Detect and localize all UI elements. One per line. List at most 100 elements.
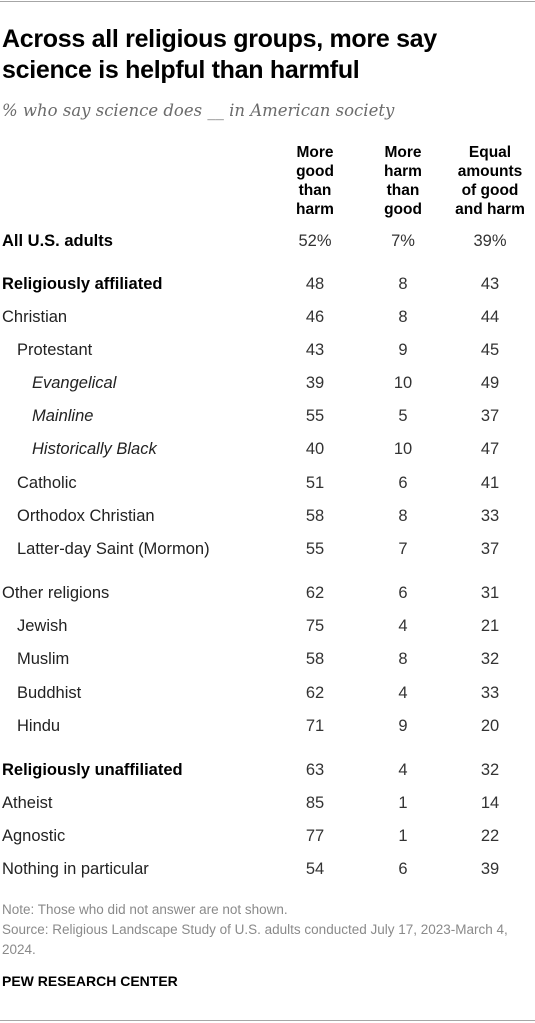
table-row: Jewish 75 4 21 [0,613,535,639]
row-label: Orthodox Christian [17,507,155,525]
value-more-harm: 10 [393,440,413,458]
value-more-harm: 9 [398,341,408,359]
value-equal: 45 [480,341,500,359]
row-label: Christian [2,308,68,326]
value-more-good: 58 [305,650,325,668]
value-equal: 31 [480,584,500,602]
value-more-harm: 10 [393,374,413,392]
value-more-good: 71 [305,717,325,735]
row-label: Catholic [17,474,77,492]
row-label: Jewish [17,617,68,635]
value-equal: 37 [480,407,500,425]
value-more-harm: 6 [398,860,408,878]
column-header-more-good: More good than harm [282,143,348,219]
brand-logo-text: PEW RESEARCH CENTER [2,973,178,989]
column-header-equal: Equal amounts of good and harm [440,143,535,219]
bottom-divider [0,1020,535,1021]
footnote: Note: Those who did not answer are not s… [2,900,532,960]
column-header-line: than [298,182,332,199]
table-row: Hindu 71 9 20 [0,713,535,739]
chart-subtitle: % who say science does __ in American so… [2,101,395,120]
value-more-harm: 4 [398,684,408,702]
value-more-harm: 6 [398,474,408,492]
row-label: Evangelical [32,374,117,392]
row-label: Religiously unaffiliated [2,761,183,779]
note-text: Note: Those who did not answer are not s… [2,902,288,917]
row-label: Agnostic [2,827,66,845]
value-equal: 33 [480,507,500,525]
table-row: Historically Black 40 10 47 [0,436,535,462]
row-label: Hindu [17,717,61,735]
column-header-line: More [384,144,422,161]
row-label: Protestant [17,341,93,359]
table-row: Nothing in particular 54 6 39 [0,856,535,882]
value-more-harm: 1 [398,827,408,845]
column-header-line: harm [384,163,422,180]
value-more-harm: 9 [398,717,408,735]
table-row: Religiously unaffiliated 63 4 32 [0,757,535,783]
value-more-good: 40 [305,440,325,458]
value-more-good: 52% [298,232,332,250]
value-more-good: 39 [305,374,325,392]
row-label: Mainline [32,407,94,425]
row-label: All U.S. adults [2,232,113,250]
value-equal: 44 [480,308,500,326]
column-header-line: Equal [468,144,512,161]
value-equal: 41 [480,474,500,492]
row-label: Atheist [2,794,53,812]
table-row: Religiously affiliated 48 8 43 [0,271,535,297]
value-equal: 47 [480,440,500,458]
value-more-good: 62 [305,584,325,602]
value-equal: 33 [480,684,500,702]
table-row: Evangelical 39 10 49 [0,370,535,396]
value-more-harm: 7% [391,232,415,250]
table-row: Catholic 51 6 41 [0,470,535,496]
row-label: Nothing in particular [2,860,149,878]
value-equal: 21 [480,617,500,635]
value-more-good: 63 [305,761,325,779]
value-more-harm: 8 [398,650,408,668]
chart-title: Across all religious groups, more say sc… [2,25,437,84]
value-equal: 32 [480,761,500,779]
column-header-line: More [296,144,334,161]
table-row: Other religions 62 6 31 [0,580,535,606]
value-more-good: 51 [305,474,325,492]
value-equal: 32 [480,650,500,668]
row-label: Buddhist [17,684,82,702]
column-header-line: good [296,163,334,180]
value-equal: 39 [480,860,500,878]
value-more-harm: 1 [398,794,408,812]
table-row: Agnostic 77 1 22 [0,823,535,849]
column-header-line: good [384,201,422,218]
table-row: Muslim 58 8 32 [0,646,535,672]
value-more-good: 55 [305,407,325,425]
table-row: Mainline 55 5 37 [0,403,535,429]
value-equal: 49 [480,374,500,392]
value-more-harm: 7 [398,540,408,558]
column-header-line: amounts [457,163,523,180]
top-divider [0,1,535,2]
column-header-line: harm [296,201,334,218]
value-more-harm: 5 [398,407,408,425]
value-more-good: 43 [305,341,325,359]
row-label: Other religions [2,584,110,602]
table-row: Orthodox Christian 58 8 33 [0,503,535,529]
value-equal: 37 [480,540,500,558]
value-equal: 39% [473,232,507,250]
table-row: Buddhist 62 4 33 [0,680,535,706]
value-equal: 22 [480,827,500,845]
value-more-good: 46 [305,308,325,326]
value-more-harm: 6 [398,584,408,602]
value-more-harm: 8 [398,507,408,525]
row-label: Muslim [17,650,70,668]
source-text: Source: Religious Landscape Study of U.S… [2,922,508,957]
row-label: Historically Black [32,440,157,458]
value-more-harm: 8 [398,275,408,293]
value-equal: 43 [480,275,500,293]
column-header-line: of good [461,182,519,199]
table-row: Atheist 85 1 14 [0,790,535,816]
value-more-good: 85 [305,794,325,812]
table-row: Christian 46 8 44 [0,304,535,330]
column-header-line: and harm [455,201,525,218]
value-more-good: 58 [305,507,325,525]
